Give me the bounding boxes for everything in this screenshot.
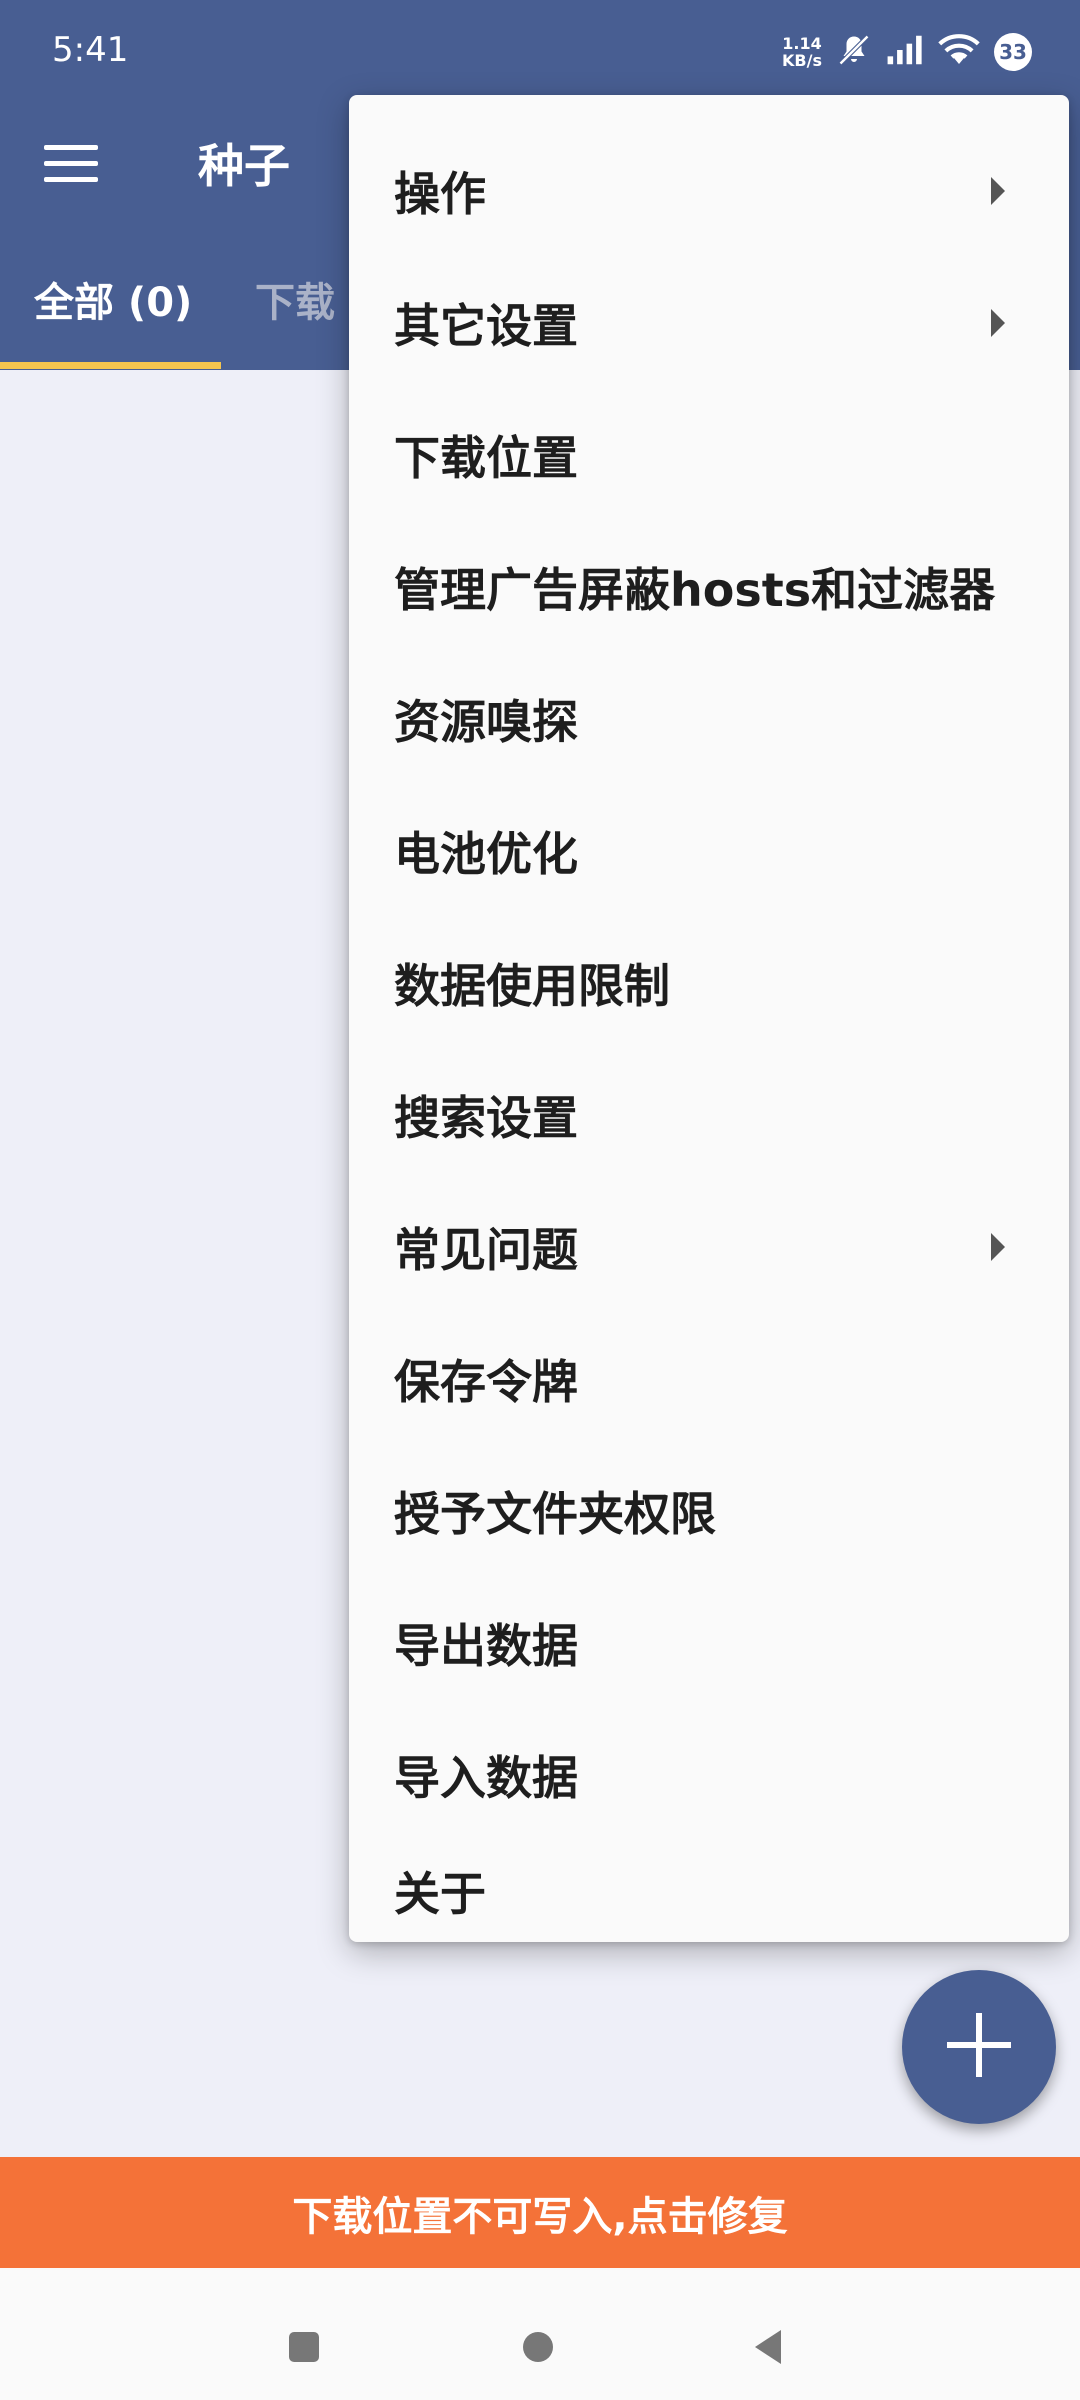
menu-item-actions[interactable]: 操作: [349, 125, 1069, 257]
menu-item-label: 搜索设置: [394, 1091, 578, 1145]
menu-item-label: 保存令牌: [394, 1355, 578, 1409]
status-icons: 1.14 KB/s 33: [782, 24, 1032, 80]
menu-item-grant-folder-permission[interactable]: 授予文件夹权限: [349, 1445, 1069, 1577]
menu-item-label: 其它设置: [394, 299, 578, 353]
menu-item-label: 数据使用限制: [394, 959, 670, 1013]
menu-item-label: 电池优化: [394, 827, 578, 881]
menu-item-battery-optimization[interactable]: 电池优化: [349, 785, 1069, 917]
menu-item-data-usage-limit[interactable]: 数据使用限制: [349, 917, 1069, 1049]
app-title: 种子: [198, 139, 290, 193]
menu-item-label: 关于: [394, 1867, 486, 1921]
menu-item-label: 导出数据: [394, 1619, 578, 1673]
home-icon[interactable]: [523, 2332, 553, 2362]
tab-indicator: [0, 362, 221, 369]
signal-icon: [886, 33, 924, 71]
menu-item-label: 资源嗅探: [394, 695, 578, 749]
overflow-menu: 操作 其它设置 下载位置 管理广告屏蔽hosts和过滤器 资源嗅探 电池优化 数…: [349, 95, 1069, 1942]
menu-item-other-settings[interactable]: 其它设置: [349, 257, 1069, 389]
menu-item-label: 导入数据: [394, 1751, 578, 1805]
download-location-warning[interactable]: 下载位置不可写入,点击修复: [0, 2157, 1080, 2268]
menu-item-label: 下载位置: [394, 431, 578, 485]
submenu-arrow-icon: [991, 309, 1005, 337]
recents-icon[interactable]: [289, 2332, 319, 2362]
submenu-arrow-icon: [991, 177, 1005, 205]
tab-downloading[interactable]: 下载: [255, 270, 335, 328]
menu-item-label: 操作: [394, 167, 486, 221]
bell-off-icon: [836, 32, 872, 72]
menu-item-download-location[interactable]: 下载位置: [349, 389, 1069, 521]
notification-count-badge: 33: [994, 33, 1032, 71]
add-torrent-fab[interactable]: [902, 1970, 1056, 2124]
menu-item-save-token[interactable]: 保存令牌: [349, 1313, 1069, 1445]
menu-item-adblock-hosts[interactable]: 管理广告屏蔽hosts和过滤器: [349, 521, 1069, 653]
back-icon[interactable]: [755, 2330, 781, 2364]
hamburger-menu-icon[interactable]: [44, 130, 110, 196]
warning-text: 下载位置不可写入,点击修复: [292, 2193, 788, 2240]
menu-item-import-data[interactable]: 导入数据: [349, 1709, 1069, 1841]
menu-item-faq[interactable]: 常见问题: [349, 1181, 1069, 1313]
menu-item-resource-sniffer[interactable]: 资源嗅探: [349, 653, 1069, 785]
submenu-arrow-icon: [991, 1233, 1005, 1261]
menu-item-export-data[interactable]: 导出数据: [349, 1577, 1069, 1709]
menu-item-label: 授予文件夹权限: [394, 1487, 716, 1541]
menu-item-about[interactable]: 关于: [349, 1841, 1069, 1941]
menu-item-search-settings[interactable]: 搜索设置: [349, 1049, 1069, 1181]
plus-icon: [943, 2009, 1015, 2085]
wifi-icon: [938, 33, 980, 71]
menu-item-label: 常见问题: [394, 1223, 578, 1277]
net-speed: 1.14 KB/s: [782, 35, 822, 69]
tab-all[interactable]: 全部 (0): [34, 270, 192, 328]
status-bar: 5:41 1.14 KB/s 33: [0, 0, 1080, 100]
status-time: 5:41: [52, 30, 129, 70]
system-nav-bar: [0, 2268, 1080, 2400]
net-speed-unit: KB/s: [782, 51, 822, 70]
net-speed-value: 1.14: [782, 34, 822, 53]
menu-item-label: 管理广告屏蔽hosts和过滤器: [394, 563, 996, 617]
